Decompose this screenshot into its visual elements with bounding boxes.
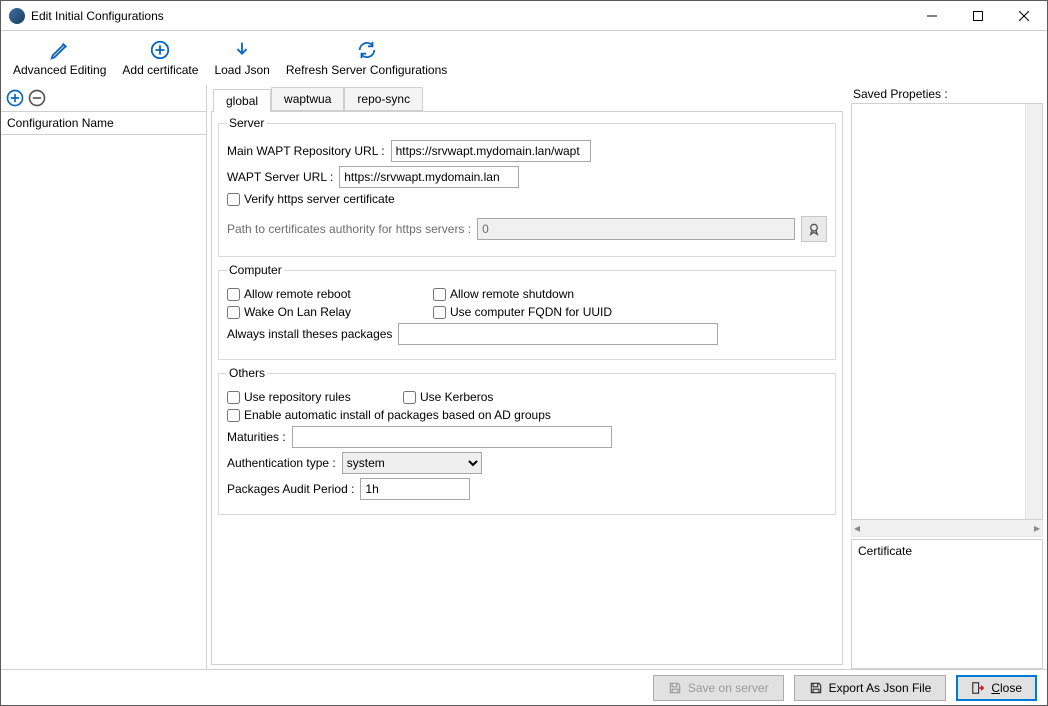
- allow-shutdown-checkbox[interactable]: [433, 288, 446, 301]
- allow-reboot-label: Allow remote reboot: [244, 287, 351, 301]
- minimize-icon: [927, 11, 937, 21]
- footer: Save on server Export As Json File Close: [1, 669, 1047, 705]
- left-panel: Configuration Name: [1, 85, 207, 669]
- always-install-label: Always install theses packages: [227, 327, 392, 341]
- tab-bar: global waptwua repo-sync: [207, 85, 847, 111]
- add-certificate-label: Add certificate: [122, 63, 198, 77]
- auth-type-label: Authentication type :: [227, 456, 336, 470]
- verify-https-checkbox[interactable]: [227, 193, 240, 206]
- repo-url-input[interactable]: [391, 140, 591, 162]
- pencil-icon: [49, 37, 71, 63]
- others-group: Others Use repository rules Use Kerberos: [218, 366, 836, 515]
- certificate-icon: [806, 221, 822, 237]
- verify-https-label: Verify https server certificate: [244, 192, 395, 206]
- server-url-input[interactable]: [339, 166, 519, 188]
- load-json-button[interactable]: Load Json: [206, 35, 277, 79]
- repo-rules-checkbox[interactable]: [227, 391, 240, 404]
- ca-path-label: Path to certificates authority for https…: [227, 222, 471, 236]
- close-button[interactable]: Close: [956, 675, 1037, 701]
- certificate-label: Certificate: [858, 544, 912, 558]
- ca-path-browse-button[interactable]: [801, 216, 827, 242]
- center-panel: global waptwua repo-sync Server Main WAP…: [207, 85, 847, 669]
- save-icon: [809, 681, 823, 695]
- save-icon: [668, 681, 682, 695]
- horizontal-scrollbar[interactable]: ◂ ▸: [851, 520, 1043, 537]
- export-json-button[interactable]: Export As Json File: [794, 675, 947, 701]
- window: Edit Initial Configurations Advanced Edi…: [0, 0, 1048, 706]
- tab-global[interactable]: global: [213, 89, 271, 112]
- always-install-input[interactable]: [398, 323, 718, 345]
- scroll-right-icon[interactable]: ▸: [1034, 521, 1040, 535]
- maximize-button[interactable]: [955, 1, 1001, 31]
- maturities-input[interactable]: [292, 426, 612, 448]
- refresh-server-button[interactable]: Refresh Server Configurations: [278, 35, 455, 79]
- allow-reboot-checkbox[interactable]: [227, 288, 240, 301]
- minus-circle-icon: [27, 88, 47, 108]
- auth-type-select[interactable]: system: [342, 452, 482, 474]
- plus-circle-icon: [149, 37, 171, 63]
- load-json-label: Load Json: [214, 63, 269, 77]
- wol-relay-checkbox[interactable]: [227, 306, 240, 319]
- right-panel: Saved Propeties : ◂ ▸ Certificate: [847, 85, 1047, 669]
- saved-properties-label: Saved Propeties :: [851, 85, 1043, 103]
- kerberos-label: Use Kerberos: [420, 390, 493, 404]
- advanced-editing-label: Advanced Editing: [13, 63, 106, 77]
- allow-shutdown-label: Allow remote shutdown: [450, 287, 574, 301]
- add-certificate-button[interactable]: Add certificate: [114, 35, 206, 79]
- advanced-editing-button[interactable]: Advanced Editing: [5, 35, 114, 79]
- window-title: Edit Initial Configurations: [31, 9, 164, 23]
- tab-waptwua[interactable]: waptwua: [271, 87, 344, 111]
- minimize-button[interactable]: [909, 1, 955, 31]
- plus-circle-icon: [5, 88, 25, 108]
- refresh-server-label: Refresh Server Configurations: [286, 63, 447, 77]
- repo-url-label: Main WAPT Repository URL :: [227, 144, 385, 158]
- computer-group: Computer Allow remote reboot Allow remot…: [218, 263, 836, 360]
- server-legend: Server: [227, 116, 266, 130]
- export-json-label: Export As Json File: [829, 681, 932, 695]
- fqdn-uuid-label: Use computer FQDN for UUID: [450, 305, 612, 319]
- computer-legend: Computer: [227, 263, 284, 277]
- toolbar: Advanced Editing Add certificate Load Js…: [1, 31, 1047, 85]
- ca-path-input: [477, 218, 795, 240]
- save-on-server-button: Save on server: [653, 675, 784, 701]
- save-on-server-label: Save on server: [688, 681, 769, 695]
- others-legend: Others: [227, 366, 267, 380]
- repo-rules-label: Use repository rules: [244, 390, 351, 404]
- download-arrow-icon: [231, 37, 253, 63]
- titlebar: Edit Initial Configurations: [1, 1, 1047, 31]
- wol-relay-label: Wake On Lan Relay: [244, 305, 351, 319]
- close-icon: [1019, 11, 1029, 21]
- server-url-label: WAPT Server URL :: [227, 170, 333, 184]
- maturities-label: Maturities :: [227, 430, 286, 444]
- scroll-left-icon[interactable]: ◂: [854, 521, 860, 535]
- app-icon: [9, 8, 25, 24]
- kerberos-checkbox[interactable]: [403, 391, 416, 404]
- ad-groups-label: Enable automatic install of packages bas…: [244, 408, 551, 422]
- remove-config-button[interactable]: [27, 88, 47, 108]
- saved-properties-list[interactable]: [851, 103, 1043, 520]
- tab-page-global: Server Main WAPT Repository URL : WAPT S…: [211, 111, 843, 665]
- tab-reposync[interactable]: repo-sync: [344, 87, 423, 111]
- certificate-box: Certificate: [851, 539, 1043, 669]
- exit-icon: [971, 681, 985, 695]
- vertical-scrollbar[interactable]: [1025, 104, 1042, 519]
- add-config-button[interactable]: [5, 88, 25, 108]
- close-window-button[interactable]: [1001, 1, 1047, 31]
- close-label: Close: [991, 681, 1022, 695]
- config-add-remove-bar: [1, 85, 206, 111]
- refresh-icon: [356, 37, 378, 63]
- server-group: Server Main WAPT Repository URL : WAPT S…: [218, 116, 836, 257]
- audit-period-input[interactable]: [360, 478, 470, 500]
- ad-groups-checkbox[interactable]: [227, 409, 240, 422]
- body: Configuration Name global waptwua repo-s…: [1, 85, 1047, 669]
- audit-period-label: Packages Audit Period :: [227, 482, 354, 496]
- fqdn-uuid-checkbox[interactable]: [433, 306, 446, 319]
- config-list-header[interactable]: Configuration Name: [1, 111, 206, 135]
- config-list[interactable]: [1, 135, 206, 669]
- maximize-icon: [973, 11, 983, 21]
